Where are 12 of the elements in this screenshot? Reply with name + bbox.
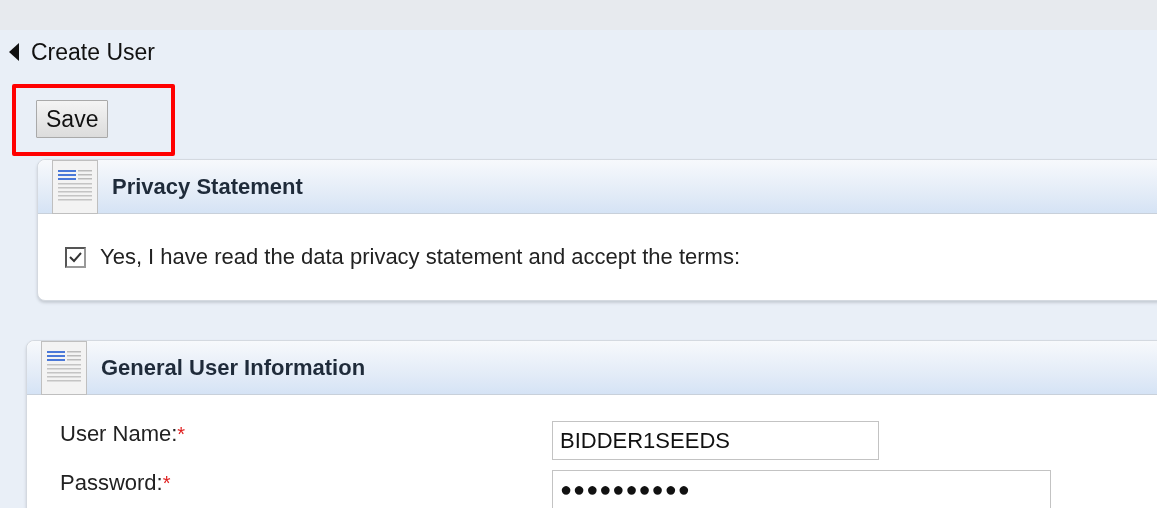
panel-title: Privacy Statement [112, 173, 303, 200]
panel-title: General User Information [101, 354, 366, 381]
field-label: Password:* [60, 470, 172, 496]
checkmark-icon [69, 251, 82, 263]
checkbox-label: Yes, I have read the data privacy statement and accept the terms: [100, 244, 740, 270]
password-field[interactable]: ●●●●●●●●●● [552, 470, 1051, 508]
field-label: User Name:* [60, 421, 187, 447]
page-title: Create User [31, 38, 155, 66]
checkbox[interactable] [65, 246, 86, 268]
back-triangle-icon[interactable] [9, 43, 19, 61]
save-button[interactable]: Save [36, 100, 109, 138]
user-name-field[interactable]: BIDDER1SEEDS [552, 421, 879, 460]
